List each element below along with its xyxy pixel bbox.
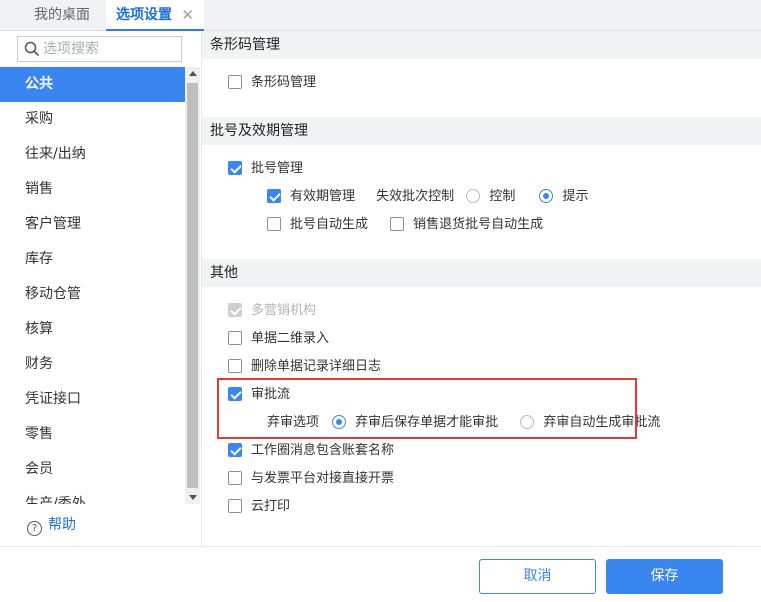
sidebar-item-retail[interactable]: 零售 (0, 417, 185, 452)
sidebar-item-costing[interactable]: 核算 (0, 312, 185, 347)
section-barcode-header: 条形码管理 (202, 31, 761, 59)
options-window: 我的桌面 选项设置 ✕ 选项搜索 公共 采购 往来/出纳 销售 客户管理 库存 … (0, 0, 761, 602)
option-expiry-mgmt: 有效期管理 失效批次控制 控制 提示 (267, 187, 588, 207)
sidebar-item-member[interactable]: 会员 (0, 452, 185, 487)
return-auto-batch-label: 销售退货批号自动生成 (413, 217, 544, 232)
question-icon: ? (27, 521, 42, 536)
help-label: 帮助 (48, 517, 76, 533)
option-delete-log[interactable]: 删除单据记录详细日志 (228, 357, 381, 377)
close-icon[interactable]: ✕ (181, 0, 194, 31)
barcode-mgmt-checkbox[interactable] (228, 75, 242, 89)
option-barcode-mgmt[interactable]: 条形码管理 (228, 73, 316, 93)
cloud-print-checkbox[interactable] (228, 499, 242, 513)
qr-entry-label: 单据二维录入 (251, 331, 330, 346)
tab-option-settings[interactable]: 选项设置 ✕ (106, 0, 204, 31)
section-batch-header: 批号及效期管理 (202, 117, 761, 145)
batch-mgmt-label: 批号管理 (251, 161, 304, 176)
option-multi-org: 多营销机构 (228, 301, 316, 321)
sidebar: 选项搜索 公共 采购 往来/出纳 销售 客户管理 库存 移动仓管 核算 财务 凭… (0, 31, 202, 546)
highlight-box (217, 378, 637, 439)
sidebar-scrollbar[interactable] (185, 67, 200, 504)
search-input[interactable]: 选项搜索 (17, 36, 182, 62)
sidebar-item-inventory[interactable]: 库存 (0, 242, 185, 277)
save-button[interactable]: 保存 (606, 559, 723, 594)
sidebar-item-public[interactable]: 公共 (0, 67, 185, 102)
qr-entry-checkbox[interactable] (228, 331, 242, 345)
search-icon (24, 41, 40, 57)
control-radio[interactable] (466, 189, 481, 203)
batch-mgmt-checkbox[interactable] (228, 161, 242, 175)
option-auto-batch: 批号自动生成 销售退货批号自动生成 (267, 215, 543, 235)
invoice-checkbox[interactable] (228, 471, 242, 485)
sidebar-item-accounts-cashier[interactable]: 往来/出纳 (0, 137, 185, 172)
option-qr-entry[interactable]: 单据二维录入 (228, 329, 329, 349)
expiry-mgmt-label: 有效期管理 (290, 189, 356, 204)
barcode-mgmt-label: 条形码管理 (251, 75, 317, 90)
tab-option-settings-label: 选项设置 (116, 7, 172, 23)
delete-log-checkbox[interactable] (228, 359, 242, 373)
multi-org-checkbox (228, 303, 242, 317)
expiry-mgmt-checkbox[interactable] (267, 189, 281, 203)
option-invoice[interactable]: 与发票平台对接直接开票 (228, 469, 394, 489)
sidebar-item-mobile-warehouse[interactable]: 移动仓管 (0, 277, 185, 312)
tab-bar: 我的桌面 选项设置 ✕ (0, 0, 761, 31)
option-batch-mgmt[interactable]: 批号管理 (228, 159, 303, 179)
footer: 取消 保存 (0, 546, 761, 602)
multi-org-label: 多营销机构 (251, 303, 317, 318)
sidebar-item-purchase[interactable]: 采购 (0, 102, 185, 137)
section-other-header: 其他 (202, 259, 761, 287)
control-label: 控制 (489, 189, 516, 204)
prompt-radio[interactable] (539, 189, 554, 203)
option-cloud-print[interactable]: 云打印 (228, 497, 290, 517)
expired-control-label: 失效批次控制 (376, 189, 455, 204)
tab-my-desktop[interactable]: 我的桌面 (34, 0, 90, 31)
sidebar-item-sales[interactable]: 销售 (0, 172, 185, 207)
workcircle-checkbox[interactable] (228, 443, 242, 457)
workcircle-label: 工作圈消息包含账套名称 (251, 443, 395, 458)
option-workcircle[interactable]: 工作圈消息包含账套名称 (228, 441, 394, 461)
sidebar-item-finance[interactable]: 财务 (0, 347, 185, 382)
scroll-thumb[interactable] (187, 83, 198, 488)
auto-batch-checkbox[interactable] (267, 217, 281, 231)
scroll-down-icon[interactable] (189, 495, 197, 500)
scroll-up-icon[interactable] (189, 71, 197, 76)
delete-log-label: 删除单据记录详细日志 (251, 359, 382, 374)
search-placeholder: 选项搜索 (43, 41, 99, 57)
invoice-label: 与发票平台对接直接开票 (251, 471, 395, 486)
help-link[interactable]: ? 帮助 (27, 514, 76, 536)
sidebar-nav: 公共 采购 往来/出纳 销售 客户管理 库存 移动仓管 核算 财务 凭证接口 零… (0, 67, 185, 504)
cloud-print-label: 云打印 (251, 499, 291, 514)
prompt-label: 提示 (562, 189, 589, 204)
return-auto-batch-checkbox[interactable] (390, 217, 405, 231)
sidebar-item-customer-mgmt[interactable]: 客户管理 (0, 207, 185, 242)
sidebar-item-production[interactable]: 生产/委外 (0, 487, 185, 504)
cancel-button[interactable]: 取消 (479, 559, 596, 594)
options-panel: 条形码管理 条形码管理 批号及效期管理 批号管理 有效期管理 失效批次控制 控制… (202, 31, 761, 546)
auto-batch-label: 批号自动生成 (290, 217, 369, 232)
sidebar-item-voucher-interface[interactable]: 凭证接口 (0, 382, 185, 417)
